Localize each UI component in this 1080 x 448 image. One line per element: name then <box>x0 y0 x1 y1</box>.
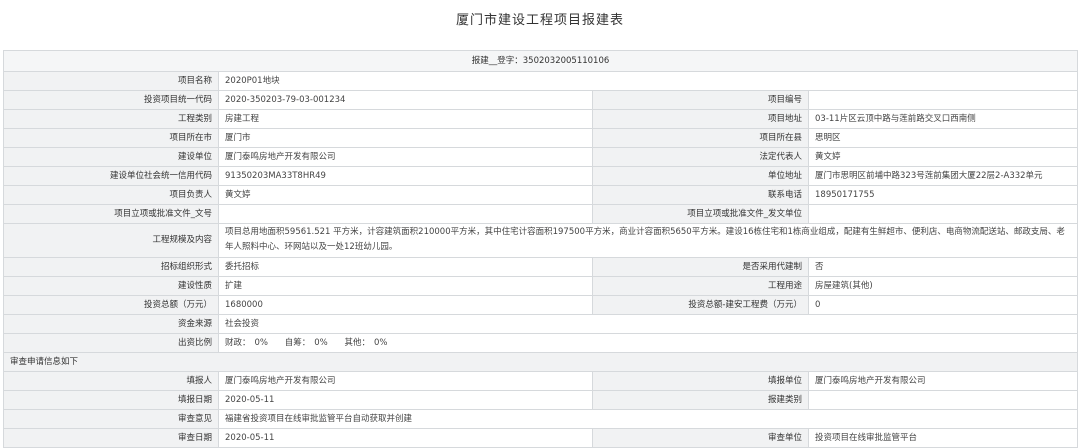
fund-label: 资金来源 <box>3 314 219 334</box>
leader-label: 项目负责人 <box>3 185 219 205</box>
registration-number: 报建__登字：35020320051101​06 <box>2 50 1079 72</box>
opinion-label: 审查意见 <box>3 409 219 429</box>
project-name-label: 项目名称 <box>3 71 219 91</box>
filler-unit-label: 填报单位 <box>592 371 809 391</box>
install-fee-value: 0 <box>807 295 1079 315</box>
eng-type-label: 工程类别 <box>3 109 219 129</box>
ratio-other-value: 0% <box>373 337 388 348</box>
approval-unit-label: 项目立项或批准文件_发文单位 <box>592 204 809 224</box>
scale-label: 工程规模及内容 <box>3 223 219 258</box>
ratio-fiscal-label: 财政： <box>225 337 251 348</box>
invest-code-label: 投资项目统一代码 <box>3 90 219 110</box>
report-type-label: 报建类别 <box>592 390 809 410</box>
nature-value: 扩建 <box>218 276 593 296</box>
approval-unit-value <box>807 204 1079 224</box>
legal-rep-value: 黄文婷 <box>807 147 1079 167</box>
phone-value: 18950171755 <box>807 185 1079 205</box>
usage-label: 工程用途 <box>592 276 809 296</box>
nature-label: 建设性质 <box>3 276 219 296</box>
invest-code-value: 2020-350203-79-03-001234 <box>218 90 593 110</box>
leader-value: 黄文婷 <box>218 185 593 205</box>
project-no-value <box>807 90 1079 110</box>
form-table: 报建__登字：35020320051101​06 项目名称 2020P01地块 … <box>2 50 1079 448</box>
agent-label: 是否采用代建制 <box>592 257 809 277</box>
county-value: 思明区 <box>807 128 1079 148</box>
scale-value: 项目总用地面积59561.521 平方米，计容建筑面积210000平方米，其中住… <box>217 223 1079 258</box>
ratio-self-value: 0% <box>314 337 328 348</box>
phone-label: 联系电话 <box>592 185 809 205</box>
unit-address-label: 单位地址 <box>592 166 809 186</box>
bid-form-value: 委托招标 <box>218 257 593 277</box>
unit-address-value: 厦门市思明区前埔中路323号莲前集团大厦22层2-A332单元 <box>807 166 1079 186</box>
credit-code-value: 91350203MA33T8HR49 <box>218 166 593 186</box>
eng-type-value: 房建工程 <box>218 109 593 129</box>
fill-date-value: 2020-05-11 <box>218 390 593 410</box>
project-no-label: 项目编号 <box>592 90 809 110</box>
review-date-label: 审查日期 <box>3 428 219 448</box>
legal-rep-label: 法定代表人 <box>592 147 809 167</box>
install-fee-label: 投资总额-建安工程费（万元） <box>592 295 809 315</box>
opinion-value: 福建省投资项目在线审批监管平台自动获取并创建 <box>217 409 1079 429</box>
report-form: 报建__登字：35020320051101​06 项目名称 2020P01地块 … <box>2 50 1079 448</box>
address-value: 03-11片区云顶中路与莲前路交叉口西南侧 <box>807 109 1079 129</box>
report-type-value <box>807 390 1079 410</box>
builder-value: 厦门泰鸣房地产开发有限公司 <box>218 147 593 167</box>
city-value: 厦门市 <box>218 128 593 148</box>
filler-value: 厦门泰鸣房地产开发有限公司 <box>218 371 593 391</box>
ratio-label: 出资比例 <box>3 333 219 353</box>
total-invest-label: 投资总额（万元） <box>3 295 219 315</box>
approval-doc-label: 项目立项或批准文件_文号 <box>3 204 219 224</box>
project-name-value: 2020P01地块 <box>217 71 1079 91</box>
review-section-title: 审查申请信息如下 <box>2 352 1079 372</box>
address-label: 项目地址 <box>592 109 809 129</box>
total-invest-value: 1680000 <box>218 295 593 315</box>
city-label: 项目所在市 <box>3 128 219 148</box>
credit-code-label: 建设单位社会统一信用代码 <box>3 166 219 186</box>
review-date-value: 2020-05-11 <box>218 428 593 448</box>
page-title: 厦门市建设工程项目报建表 <box>455 13 624 28</box>
agent-value: 否 <box>807 257 1079 277</box>
ratio-fiscal-value: 0% <box>254 337 269 348</box>
ratio-other-label: 其他： <box>344 337 370 348</box>
filler-label: 填报人 <box>3 371 219 391</box>
builder-label: 建设单位 <box>3 147 219 167</box>
ratio-self-label: 自筹： <box>284 337 311 348</box>
county-label: 项目所在县 <box>592 128 809 148</box>
fill-date-label: 填报日期 <box>3 390 219 410</box>
ratio-value: 财政： 0% 自筹： 0% 其他： 0% <box>217 333 1079 353</box>
filler-unit-value: 厦门泰鸣房地产开发有限公司 <box>807 371 1079 391</box>
review-unit-label: 审查单位 <box>592 428 809 448</box>
fund-value: 社会投资 <box>217 314 1079 334</box>
approval-doc-value <box>218 204 593 224</box>
review-unit-value: 投资项目在线审批监管平台 <box>807 428 1079 448</box>
bid-form-label: 招标组织形式 <box>3 257 219 277</box>
usage-value: 房屋建筑(其他) <box>807 276 1079 296</box>
